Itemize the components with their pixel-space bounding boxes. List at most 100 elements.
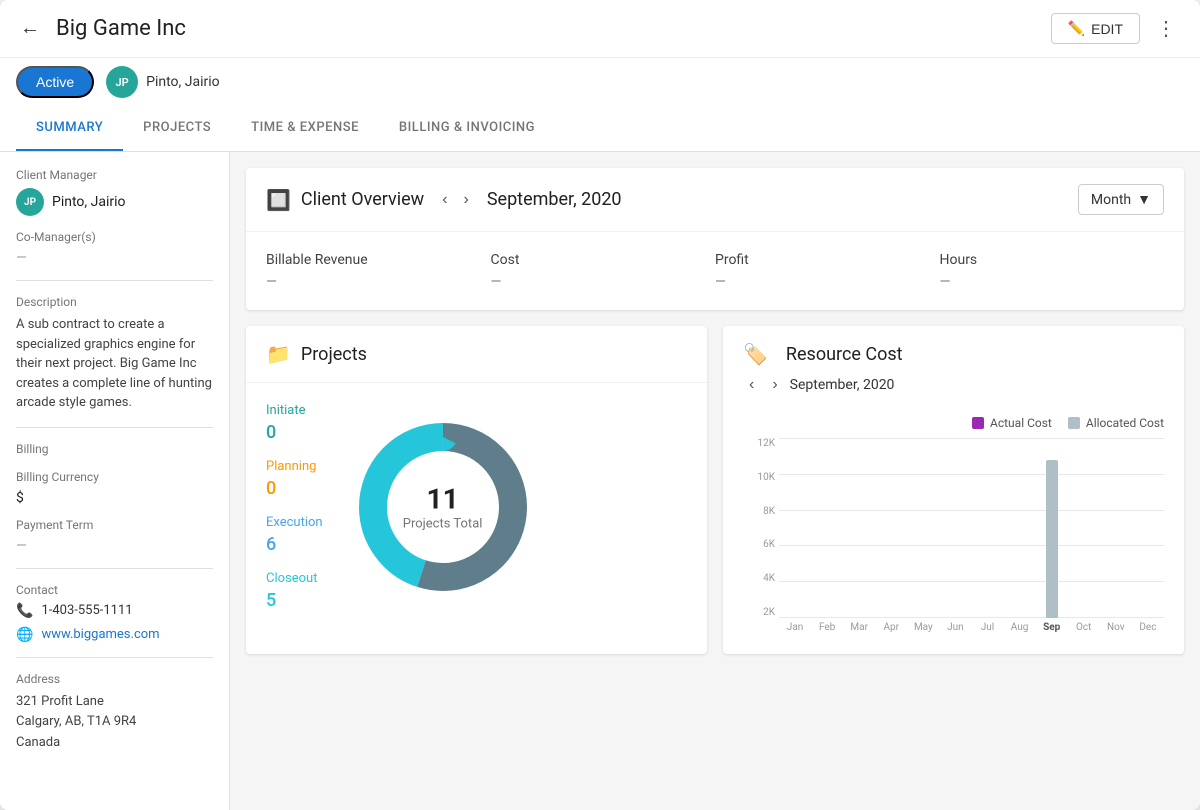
right-content: 🔲 Client Overview ‹ › September, 2020 Mo…	[230, 152, 1200, 810]
bar-group-aug	[1004, 438, 1036, 618]
overview-prev-button[interactable]: ‹	[436, 189, 453, 211]
overview-nav: ‹ ›	[436, 189, 475, 211]
address-label: Address	[16, 672, 213, 686]
execution-value: 6	[266, 534, 323, 555]
projects-body: Initiate 0 Planning 0 Execution 6	[246, 383, 707, 631]
period-dropdown[interactable]: Month ▼	[1078, 184, 1164, 215]
x-label-mar: Mar	[843, 618, 875, 638]
x-label-sep: Sep	[1036, 618, 1068, 638]
legend-allocated: Allocated Cost	[1068, 416, 1164, 430]
x-label-jun: Jun	[939, 618, 971, 638]
bar-allocated-sep	[1046, 460, 1058, 618]
x-label-feb: Feb	[811, 618, 843, 638]
overview-next-button[interactable]: ›	[458, 189, 475, 211]
billing-currency-value: $	[16, 490, 213, 506]
bar-group-jan	[779, 438, 811, 618]
co-manager-label: Co-Manager(s)	[16, 230, 213, 244]
profit-metric: Profit —	[715, 252, 940, 290]
billable-revenue-metric: Billable Revenue —	[266, 252, 491, 290]
hours-value: —	[940, 274, 1165, 290]
x-label-apr: Apr	[875, 618, 907, 638]
projects-header: 📁 Projects	[246, 326, 707, 383]
active-badge[interactable]: Active	[16, 66, 94, 98]
projects-card: 📁 Projects Initiate 0 Planning 0	[246, 326, 707, 654]
phone-icon: 📞	[16, 603, 33, 619]
cost-value: —	[491, 274, 716, 290]
description-text: A sub contract to create a specialized g…	[16, 315, 213, 413]
bar-group-feb	[811, 438, 843, 618]
x-label-may: May	[907, 618, 939, 638]
manager-avatar: JP	[106, 66, 138, 98]
bar-group-may	[907, 438, 939, 618]
x-label-nov: Nov	[1100, 618, 1132, 638]
manager-name: Pinto, Jairio	[146, 74, 220, 90]
edit-button[interactable]: ✏️ EDIT	[1051, 13, 1140, 44]
y-label-10k: 10K	[743, 472, 779, 483]
divider-1	[16, 280, 213, 281]
x-labels: JanFebMarAprMayJunJulAugSepOctNovDec	[779, 618, 1164, 638]
bars-row	[779, 438, 1164, 618]
website-link[interactable]: www.biggames.com	[41, 627, 159, 642]
sidebar-manager-avatar: JP	[16, 188, 44, 216]
chart-legend: Actual Cost Allocated Cost	[723, 408, 1184, 438]
web-icon: 🌐	[16, 627, 33, 643]
profit-value: —	[715, 274, 940, 290]
bar-group-nov	[1100, 438, 1132, 618]
cost-metric: Cost —	[491, 252, 716, 290]
chart-bars-container: JanFebMarAprMayJunJulAugSepOctNovDec	[779, 438, 1164, 638]
donut-text: Projects Total	[403, 517, 483, 532]
divider-4	[16, 657, 213, 658]
back-button[interactable]: ←	[16, 13, 44, 44]
edit-icon: ✏️	[1068, 20, 1085, 37]
co-manager-value: —	[16, 250, 213, 266]
donut-number: 11	[403, 483, 483, 516]
payment-term-value: —	[16, 538, 213, 554]
resource-period: September, 2020	[790, 377, 895, 393]
client-manager-label: Client Manager	[16, 168, 213, 182]
execution-label: Execution	[266, 515, 323, 530]
dropdown-arrow-icon: ▼	[1137, 191, 1151, 208]
tabs: SUMMARY PROJECTS TIME & EXPENSE BILLING …	[0, 106, 1200, 152]
tab-billing[interactable]: BILLING & INVOICING	[379, 106, 555, 151]
website-item: 🌐 www.biggames.com	[16, 627, 213, 643]
status-bar: Active JP Pinto, Jairio	[0, 58, 1200, 106]
y-label-6k: 6K	[743, 539, 779, 550]
x-label-dec: Dec	[1132, 618, 1164, 638]
overview-header: 🔲 Client Overview ‹ › September, 2020 Mo…	[246, 168, 1184, 232]
manager-badge: JP Pinto, Jairio	[106, 66, 220, 98]
tab-summary[interactable]: SUMMARY	[16, 106, 123, 151]
legend-actual: Actual Cost	[972, 416, 1052, 430]
header-right: ✏️ EDIT ⋮	[1051, 12, 1184, 45]
address-line3: Canada	[16, 735, 60, 750]
bar-group-jun	[939, 438, 971, 618]
initiate-label: Initiate	[266, 403, 323, 418]
y-axis: 2K 4K 6K 8K 10K 12K	[743, 438, 779, 638]
more-button[interactable]: ⋮	[1148, 12, 1184, 45]
edit-label: EDIT	[1091, 21, 1123, 37]
resource-title: Resource Cost	[786, 344, 903, 365]
phone-item: 📞 1-403-555-1111	[16, 603, 213, 619]
planning-label: Planning	[266, 459, 323, 474]
metrics-row: Billable Revenue — Cost — Profit — Hours…	[246, 232, 1184, 310]
bar-group-sep	[1036, 438, 1068, 618]
donut-chart: 11 Projects Total	[343, 407, 543, 607]
chart-area: 2K 4K 6K 8K 10K 12K	[743, 438, 1164, 638]
address-text: 321 Profit Lane Calgary, AB, T1A 9R4 Can…	[16, 692, 213, 754]
tab-projects[interactable]: PROJECTS	[123, 106, 231, 151]
period-dropdown-label: Month	[1091, 192, 1131, 208]
address-line1: 321 Profit Lane	[16, 694, 104, 709]
resource-next-button[interactable]: ›	[766, 374, 783, 396]
hours-metric: Hours —	[940, 252, 1165, 290]
projects-title: Projects	[301, 344, 367, 365]
bar-group-apr	[875, 438, 907, 618]
planning-value: 0	[266, 478, 323, 499]
x-label-oct: Oct	[1068, 618, 1100, 638]
resource-prev-button[interactable]: ‹	[743, 374, 760, 396]
y-label-8k: 8K	[743, 506, 779, 517]
address-line2: Calgary, AB, T1A 9R4	[16, 714, 136, 729]
tab-time-expense[interactable]: TIME & EXPENSE	[231, 106, 379, 151]
header: ← Big Game Inc ✏️ EDIT ⋮	[0, 0, 1200, 58]
bottom-row: 📁 Projects Initiate 0 Planning 0	[246, 326, 1184, 654]
billable-revenue-label: Billable Revenue	[266, 252, 491, 268]
bar-group-oct	[1068, 438, 1100, 618]
